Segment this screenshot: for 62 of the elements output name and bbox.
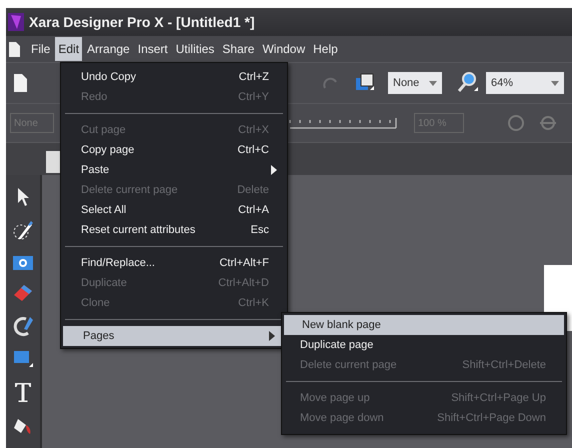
menu-item[interactable]: Find/Replace... Ctrl+Alt+F (61, 253, 287, 273)
shortcut-label: Ctrl+Alt+D (218, 277, 269, 289)
shortcut-label: Ctrl+Y (238, 91, 269, 103)
menu-item-label: New blank page (302, 319, 382, 331)
menu-item[interactable]: Help (310, 37, 341, 61)
contour-tool-icon[interactable] (12, 315, 34, 337)
shortcut-label: Ctrl+Z (238, 71, 269, 83)
menu-item[interactable]: New blank page (284, 315, 564, 335)
menu-item-label: Undo Copy (81, 71, 138, 83)
text-tool-icon[interactable] (14, 381, 32, 403)
new-document-icon[interactable] (14, 74, 27, 92)
shortcut-label: Ctrl+C (238, 144, 269, 156)
menu-item-label: Delete current page (81, 184, 179, 196)
menu-item-label: Paste (81, 164, 110, 176)
shortcut-label: Shift+Ctrl+Page Down (437, 412, 546, 424)
rectangle-tool-icon[interactable] (12, 349, 34, 369)
app-logo-icon (8, 13, 24, 31)
quality-dropdown[interactable]: None (388, 72, 442, 94)
menu-item-label: Copy page (81, 144, 136, 156)
shortcut-label: Ctrl+A (238, 204, 269, 216)
menu-item[interactable]: Edit (55, 37, 82, 61)
menu-item-label: Cut page (81, 124, 127, 136)
shortcut-label: Shift+Ctrl+Delete (462, 359, 546, 371)
document-icon[interactable] (9, 42, 20, 56)
menu-item-label: Duplicate (81, 277, 128, 289)
menu-item-label: Duplicate page (300, 339, 374, 351)
shortcut-label: Ctrl+Alt+F (219, 257, 269, 269)
menu-item-label: Pages (83, 330, 116, 342)
menu-item[interactable]: Insert (134, 37, 171, 61)
menu-item[interactable]: Utilities (172, 37, 218, 61)
zoom-tool-icon[interactable] (456, 71, 480, 95)
menu-item[interactable]: Reset current attributes Esc (61, 220, 287, 240)
zoom-dropdown[interactable]: 64% (486, 72, 564, 94)
menu-item-label: Select All (81, 204, 128, 216)
menu-item-label: Find/Replace... (81, 257, 156, 269)
menu-item-label: Move page down (300, 412, 385, 424)
camera-icon[interactable] (12, 253, 34, 271)
shortcut-label: Ctrl+K (238, 297, 269, 309)
menu-item[interactable]: Select All Ctrl+A (61, 200, 287, 220)
menu-item-label: Delete current page (300, 359, 398, 371)
menu-item[interactable]: Share (219, 37, 258, 61)
shortcut-label: Delete (237, 184, 269, 196)
menu-item[interactable]: Duplicate page (282, 335, 566, 355)
menu-item[interactable]: File (28, 37, 54, 61)
shortcut-label: Shift+Ctrl+Page Up (451, 392, 546, 404)
menu-item[interactable]: Undo Copy Ctrl+Z (61, 67, 287, 87)
eraser-icon[interactable] (12, 283, 34, 303)
dropdown-caret-icon (551, 80, 559, 86)
menu-item[interactable]: Window (259, 37, 308, 61)
menu-item-label: Clone (81, 297, 111, 309)
brush-icon[interactable] (12, 219, 34, 241)
menu-item-label: Move page up (300, 392, 371, 404)
selector-arrow-icon[interactable] (16, 187, 30, 207)
shortcut-label: Esc (250, 224, 269, 236)
window-title: Xara Designer Pro X - [Untitled1 *] (29, 14, 255, 30)
dropdown-caret-icon (429, 80, 437, 86)
menu-item-label: Reset current attributes (81, 224, 196, 236)
shortcut-label: Ctrl+X (238, 124, 269, 136)
menu-item[interactable]: Copy page Ctrl+C (61, 140, 287, 160)
menu-item[interactable]: Arrange (84, 37, 133, 61)
menu-item[interactable]: Paste (61, 160, 287, 180)
menu-item-label: Redo (81, 91, 108, 103)
